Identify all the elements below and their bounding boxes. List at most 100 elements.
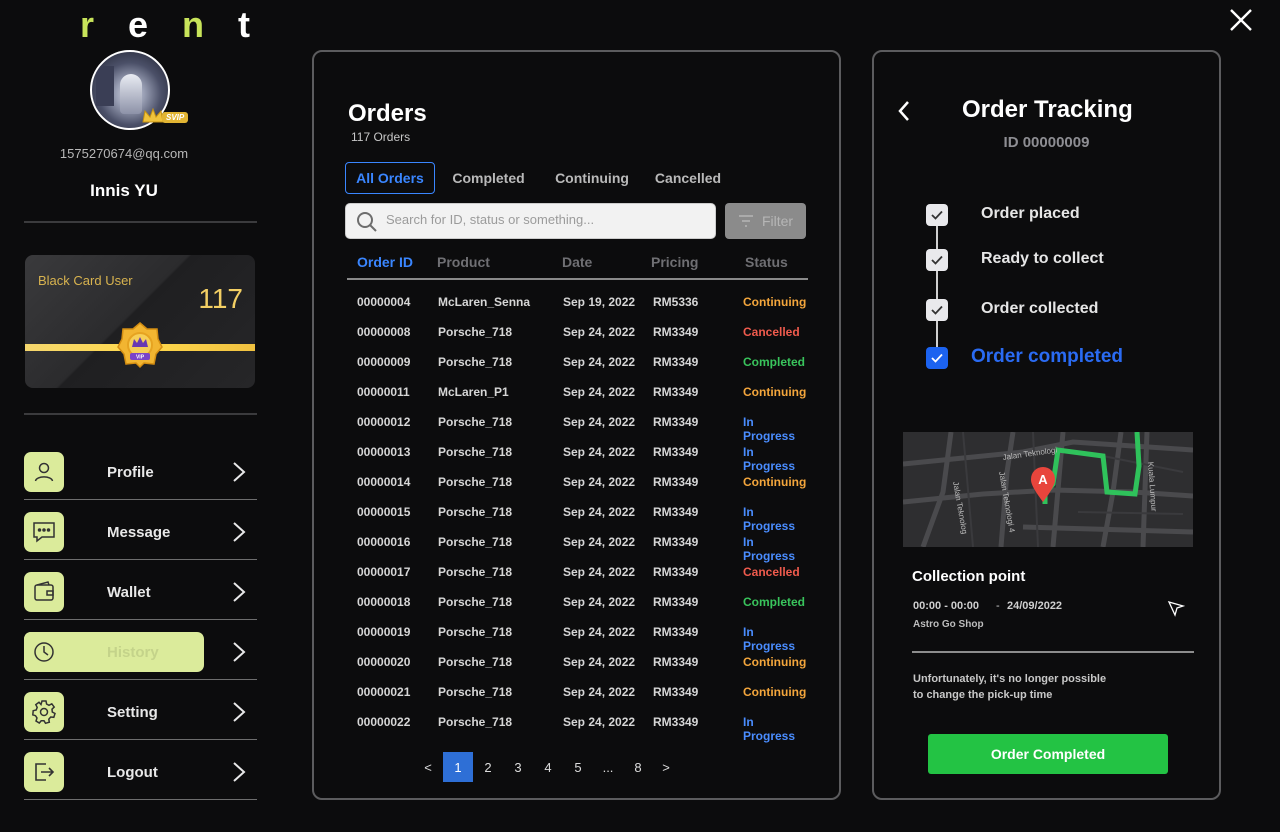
table-row[interactable]: 00000013 Porsche_718 Sep 24, 2022 RM3349 In … [347, 437, 808, 473]
cell-status: Continuing [743, 295, 807, 309]
column-header[interactable]: Date [562, 254, 592, 270]
wallet-icon [24, 572, 64, 612]
cell-pricing: RM3349 [653, 595, 699, 609]
collection-separator: - [996, 600, 1000, 612]
tab-all-orders[interactable]: All Orders [345, 162, 435, 194]
card-number: 117 [198, 283, 243, 314]
tab-continuing[interactable]: Continuing [546, 162, 638, 194]
orders-panel: Orders 117 Orders All Orders Completed C… [312, 50, 841, 800]
tab-cancelled[interactable]: Cancelled [650, 162, 726, 194]
menu-item-setting[interactable]: Setting [24, 692, 257, 740]
menu-item-history[interactable]: History [24, 632, 257, 680]
search-input[interactable] [386, 212, 706, 227]
tracking-title: Order Tracking [962, 96, 1133, 123]
table-row[interactable]: 00000019 Porsche_718 Sep 24, 2022 RM3349 In … [347, 617, 808, 653]
table-row[interactable]: 00000016 Porsche_718 Sep 24, 2022 RM3349 In … [347, 527, 808, 563]
cell-status: Cancelled [743, 565, 800, 579]
table-row[interactable]: 00000011 McLaren_P1 Sep 24, 2022 RM3349 Cont… [347, 377, 808, 407]
cell-pricing: RM3349 [653, 475, 699, 489]
page-button[interactable]: 5 [563, 752, 593, 782]
page-button[interactable]: ... [593, 752, 623, 782]
cell-date: Sep 24, 2022 [563, 595, 636, 609]
cell-date: Sep 19, 2022 [563, 295, 636, 309]
cell-product: Porsche_718 [438, 715, 513, 729]
column-header[interactable]: Product [437, 254, 490, 270]
route-map[interactable]: Jalan Teknologi Jalan Teknologi 4 Jalan … [903, 432, 1193, 547]
table-row[interactable]: 00000014 Porsche_718 Sep 24, 2022 RM3349 Con… [347, 467, 808, 497]
cell-order-id: 00000014 [357, 475, 411, 489]
tab-completed[interactable]: Completed [445, 162, 532, 194]
column-header[interactable]: Pricing [651, 254, 698, 270]
cell-product: McLaren_P1 [438, 385, 509, 399]
map-street-label: Kuala Lumpur [1146, 462, 1158, 513]
cell-pricing: RM3349 [653, 565, 699, 579]
column-header[interactable]: Status [745, 254, 788, 270]
order-completed-button[interactable]: Order Completed [928, 734, 1168, 774]
map-pin-label: A [1038, 472, 1048, 487]
cell-date: Sep 24, 2022 [563, 625, 636, 639]
order-tracking-panel: Order Tracking ID 00000009 Order placed … [872, 50, 1221, 800]
cell-product: Porsche_718 [438, 655, 513, 669]
cell-order-id: 00000008 [357, 325, 411, 339]
step-order-completed: Order completed [971, 346, 1124, 367]
divider [912, 651, 1194, 653]
table-row[interactable]: 00000022 Porsche_718 Sep 24, 2022 RM3349 In … [347, 707, 808, 743]
cell-product: Porsche_718 [438, 445, 513, 459]
step-ready-to-collect: Ready to collect [981, 250, 1104, 267]
cell-product: Porsche_718 [438, 415, 513, 429]
page-button[interactable]: 4 [533, 752, 563, 782]
collection-shop: Astro Go Shop [913, 619, 984, 630]
cell-status: Completed [743, 595, 806, 609]
table-row[interactable]: 00000015 Porsche_718 Sep 24, 2022 RM3349 In … [347, 497, 808, 533]
table-row[interactable]: 00000004 McLaren_Senna Sep 19, 2022 RM5336 C… [347, 287, 808, 317]
cell-date: Sep 24, 2022 [563, 565, 636, 579]
page-button[interactable]: 2 [473, 752, 503, 782]
menu-item-profile[interactable]: Profile [24, 452, 257, 500]
table-row[interactable]: 00000008 Porsche_718 Sep 24, 2022 RM3349 Can… [347, 317, 808, 347]
cell-pricing: RM3349 [653, 715, 699, 729]
cell-product: Porsche_718 [438, 565, 513, 579]
back-arrow-icon[interactable] [896, 100, 914, 122]
cell-order-id: 00000022 [357, 715, 411, 729]
crown-icon [142, 108, 164, 123]
navigation-arrow-icon[interactable] [1167, 599, 1185, 617]
menu-item-logout[interactable]: Logout [24, 752, 257, 800]
table-row[interactable]: 00000012 Porsche_718 Sep 24, 2022 RM3349 In … [347, 407, 808, 443]
member-card[interactable]: Black Card User 117 VIP [25, 255, 255, 388]
svip-badge: SVIP [162, 112, 189, 123]
cell-pricing: RM3349 [653, 415, 699, 429]
page-button[interactable]: 8 [623, 752, 653, 782]
filter-icon [738, 215, 753, 227]
page-button[interactable]: 1 [443, 752, 473, 782]
avatar[interactable]: SVIP [90, 50, 189, 130]
table-row[interactable]: 00000017 Porsche_718 Sep 24, 2022 RM3349 Can… [347, 557, 808, 587]
cell-order-id: 00000004 [357, 295, 411, 309]
close-icon[interactable] [1229, 8, 1253, 32]
next-page-button[interactable]: > [651, 752, 681, 782]
gear-icon [24, 692, 64, 732]
cell-product: Porsche_718 [438, 475, 513, 489]
menu-item-wallet[interactable]: Wallet [24, 572, 257, 620]
table-row[interactable]: 00000009 Porsche_718 Sep 24, 2022 RM3349 Com… [347, 347, 808, 377]
cell-order-id: 00000020 [357, 655, 411, 669]
filter-button[interactable]: Filter [725, 203, 806, 239]
chevron-right-icon [233, 702, 246, 722]
table-row[interactable]: 00000020 Porsche_718 Sep 24, 2022 RM3349 Con… [347, 647, 808, 677]
cell-order-id: 00000009 [357, 355, 411, 369]
table-row[interactable]: 00000021 Porsche_718 Sep 24, 2022 RM3349 Con… [347, 677, 808, 707]
menu-label: Wallet [107, 584, 151, 601]
cell-date: Sep 24, 2022 [563, 475, 636, 489]
cell-date: Sep 24, 2022 [563, 655, 636, 669]
prev-page-button[interactable]: < [413, 752, 443, 782]
logo-letter: t [238, 4, 285, 45]
menu-item-message[interactable]: Message [24, 512, 257, 560]
cell-product: McLaren_Senna [438, 295, 531, 309]
pickup-note-line: to change the pick-up time [913, 689, 1053, 701]
column-header[interactable]: Order ID [357, 254, 413, 270]
cell-product: Porsche_718 [438, 595, 513, 609]
page-button[interactable]: 3 [503, 752, 533, 782]
vip-medal-icon: VIP [117, 322, 163, 369]
cell-status: Completed [743, 355, 806, 369]
cell-date: Sep 24, 2022 [563, 505, 636, 519]
table-row[interactable]: 00000018 Porsche_718 Sep 24, 2022 RM3349 Com… [347, 587, 808, 617]
